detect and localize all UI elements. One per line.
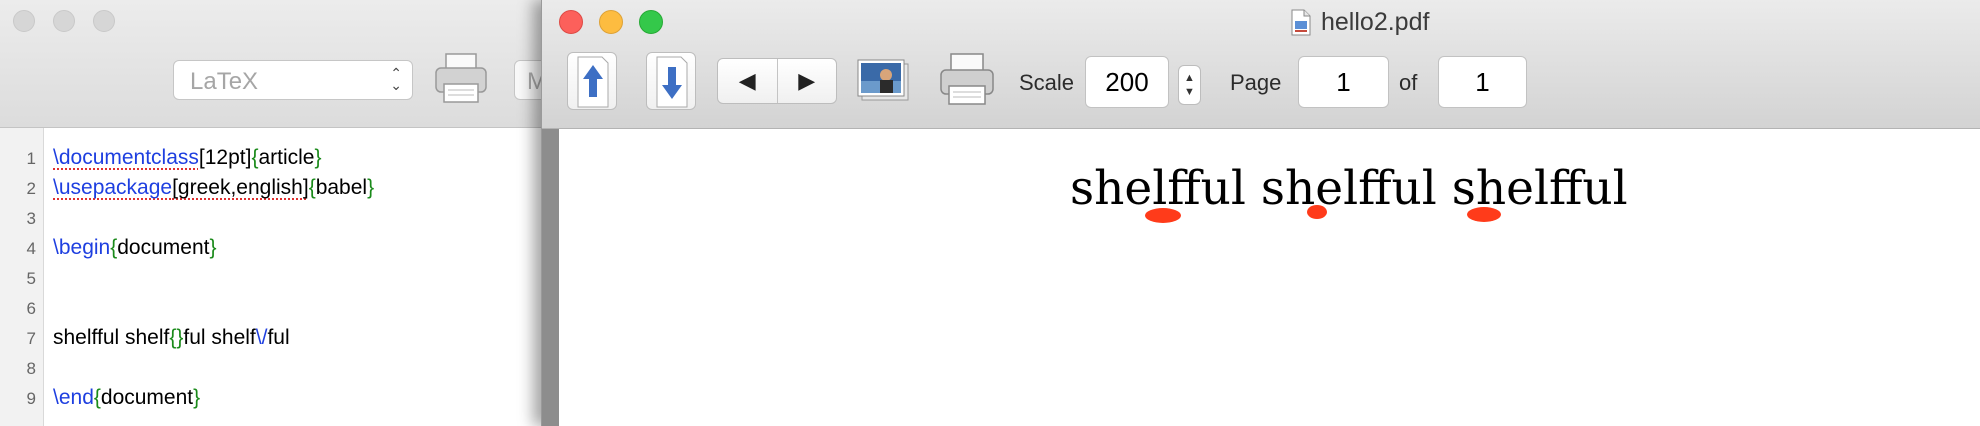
editor-minimize-button[interactable] — [53, 10, 75, 32]
pdf-left-border — [542, 129, 559, 426]
back-forward-group: ◀ ▶ — [717, 58, 837, 104]
photo-icon[interactable] — [856, 56, 912, 106]
line-number: 7 — [0, 329, 36, 349]
arrow-up-icon — [568, 53, 618, 111]
scale-label: Scale — [1019, 70, 1074, 96]
ligature-highlight-mark — [1307, 205, 1327, 219]
line-number: 9 — [0, 389, 36, 409]
zoom-button[interactable] — [639, 10, 663, 34]
forward-icon: ▶ — [798, 68, 815, 94]
pdf-preview-window: hello2.pdf ◀ ▶ Scale 200 ▲ ▼ Page 1 of 1… — [541, 0, 1980, 426]
line-number: 5 — [0, 269, 36, 289]
code-token: [greek,english] — [172, 176, 309, 199]
code-token: } — [315, 146, 322, 169]
pdf-page[interactable]: shelfful shelfful shelfful — [559, 129, 1980, 426]
code-line: \usepackage[greek,english]{babel} — [53, 176, 374, 200]
line-number: 6 — [0, 299, 36, 319]
ligature-highlight-mark — [1467, 207, 1501, 222]
arrow-down-icon — [647, 53, 697, 111]
code-token: { — [309, 176, 316, 199]
code-line: \end{document} — [53, 386, 200, 410]
back-button[interactable]: ◀ — [718, 59, 778, 103]
typeset-engine-value: LaTeX — [190, 68, 258, 95]
page-label: Page — [1230, 70, 1281, 96]
code-token: { — [94, 386, 101, 409]
line-number: 4 — [0, 239, 36, 259]
printer-icon[interactable] — [937, 50, 997, 110]
editor-toolbar: LaTeX ⌃ ⌄ M — [0, 0, 560, 128]
code-editor[interactable]: 123456789 \documentclass[12pt]{article} \… — [0, 128, 545, 426]
code-token: {} — [169, 326, 183, 349]
line-number: 1 — [0, 149, 36, 169]
code-token: \usepackage — [53, 176, 172, 199]
pdf-document-icon — [1291, 9, 1311, 36]
code-token: document — [101, 386, 193, 409]
next-page-button[interactable] — [646, 52, 696, 110]
code-token: shelfful shelf — [53, 326, 169, 349]
code-token: ful shelf — [183, 326, 255, 349]
ligature-highlight-mark — [1145, 208, 1181, 223]
window-title: hello2.pdf — [1321, 8, 1429, 37]
editor-close-button[interactable] — [13, 10, 35, 32]
code-token: \begin — [53, 236, 110, 259]
code-line: \begin{document} — [53, 236, 216, 260]
line-number-gutter: 1 2 3 4 5 6 7 8 9 — [0, 128, 44, 426]
code-line: \documentclass[12pt]{article} — [53, 146, 322, 170]
of-label: of — [1399, 70, 1417, 96]
rendered-pdf-text: shelfful shelfful shelfful — [1070, 161, 1628, 216]
editor-window: LaTeX ⌃ ⌄ M 1 2 3 4 5 6 7 8 9 \documentclass[12pt… — [0, 0, 560, 426]
pdf-titlebar: hello2.pdf ◀ ▶ Scale 200 ▲ ▼ Page 1 of 1 — [542, 0, 1980, 129]
code-token: } — [209, 236, 216, 259]
close-button[interactable] — [559, 10, 583, 34]
line-number: 8 — [0, 359, 36, 379]
code-token: } — [193, 386, 200, 409]
code-token: document — [117, 236, 209, 259]
scale-stepper[interactable]: ▲ ▼ — [1178, 65, 1201, 105]
forward-button[interactable]: ▶ — [778, 59, 837, 103]
page-number-input[interactable]: 1 — [1298, 56, 1389, 108]
code-token: article — [258, 146, 314, 169]
code-token: [12pt] — [199, 146, 252, 169]
select-chevron-icon: ⌃ ⌄ — [390, 67, 402, 91]
code-token: \/ — [256, 326, 268, 349]
code-token: babel — [316, 176, 367, 199]
code-token: \end — [53, 386, 94, 409]
window-title-area: hello2.pdf — [1291, 6, 1429, 38]
back-icon: ◀ — [739, 68, 756, 94]
code-token: ful — [267, 326, 289, 349]
line-number: 3 — [0, 209, 36, 229]
printer-icon[interactable] — [432, 50, 490, 108]
code-token: \documentclass — [53, 146, 199, 169]
minimize-button[interactable] — [599, 10, 623, 34]
total-pages-field: 1 — [1438, 56, 1527, 108]
line-number: 2 — [0, 179, 36, 199]
scale-input[interactable]: 200 — [1085, 56, 1169, 108]
code-line: shelfful shelf{}ful shelf\/ful — [53, 326, 290, 350]
previous-page-button[interactable] — [567, 52, 617, 110]
code-token: } — [367, 176, 374, 199]
editor-zoom-button[interactable] — [93, 10, 115, 32]
typeset-engine-select[interactable]: LaTeX ⌃ ⌄ — [173, 60, 413, 100]
